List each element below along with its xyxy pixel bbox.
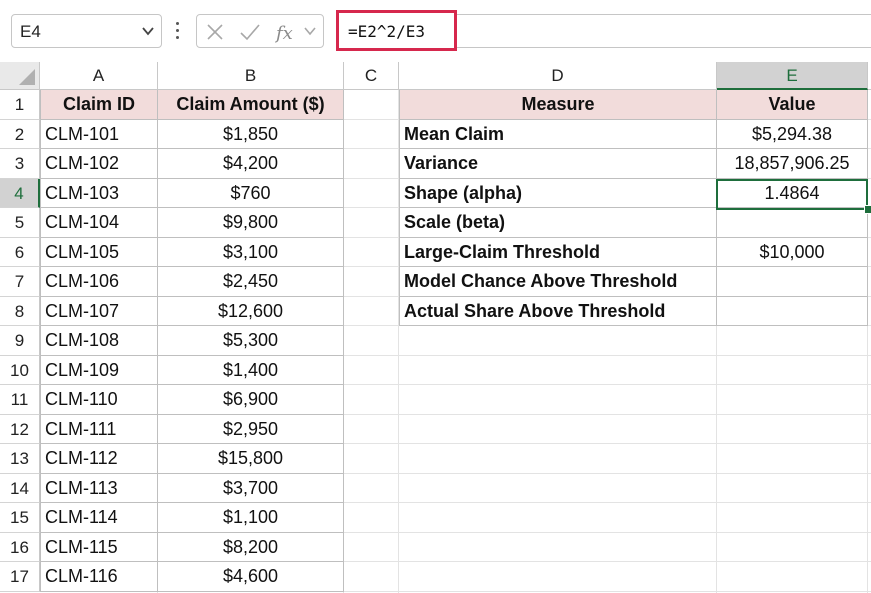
row-header-4[interactable]: 4 <box>0 178 40 208</box>
claim-amount-cell[interactable]: $2,450 <box>158 267 344 297</box>
table-header-value[interactable]: Value <box>717 90 868 120</box>
name-box-value: E4 <box>20 22 41 41</box>
row-header-15[interactable]: 15 <box>0 503 40 533</box>
claim-id-cell[interactable]: CLM-113 <box>40 473 158 503</box>
claim-amount-cell[interactable]: $1,850 <box>158 119 344 149</box>
measure-value-cell[interactable]: 18,857,906.25 <box>717 149 868 179</box>
row-header-6[interactable]: 6 <box>0 237 40 267</box>
chevron-down-icon[interactable] <box>303 24 317 38</box>
fill-handle[interactable] <box>864 205 871 214</box>
select-all-corner[interactable] <box>0 62 40 90</box>
measure-value-cell[interactable]: $5,294.38 <box>717 119 868 149</box>
cancel-x-icon[interactable] <box>205 22 225 42</box>
more-options-icon[interactable] <box>176 22 180 42</box>
claim-amount-cell[interactable]: $760 <box>158 178 344 208</box>
row-header-11[interactable]: 11 <box>0 385 40 415</box>
row-header-3[interactable]: 3 <box>0 149 40 179</box>
claim-id-cell[interactable]: CLM-116 <box>40 562 158 592</box>
svg-text:fx: fx <box>275 23 293 44</box>
row-header-17[interactable]: 17 <box>0 562 40 592</box>
claim-id-cell[interactable]: CLM-110 <box>40 385 158 415</box>
row-header-8[interactable]: 8 <box>0 296 40 326</box>
claim-id-cell[interactable]: CLM-109 <box>40 355 158 385</box>
claim-amount-cell[interactable]: $9,800 <box>158 208 344 238</box>
claim-id-cell[interactable]: CLM-107 <box>40 296 158 326</box>
row-header-5[interactable]: 5 <box>0 208 40 238</box>
measure-label-cell[interactable]: Large-Claim Threshold <box>399 237 717 267</box>
claim-id-cell[interactable]: CLM-111 <box>40 414 158 444</box>
claim-id-cell[interactable]: CLM-101 <box>40 119 158 149</box>
claim-id-cell[interactable]: CLM-102 <box>40 149 158 179</box>
row-header-13[interactable]: 13 <box>0 444 40 474</box>
chevron-down-icon[interactable] <box>141 24 155 38</box>
claim-amount-cell[interactable]: $4,200 <box>158 149 344 179</box>
formula-controls: fx <box>196 14 324 48</box>
measure-label-cell[interactable]: Mean Claim <box>399 119 717 149</box>
claim-amount-cell[interactable]: $4,600 <box>158 562 344 592</box>
row-header-12[interactable]: 12 <box>0 414 40 444</box>
claim-amount-cell[interactable]: $3,700 <box>158 473 344 503</box>
measure-label-cell[interactable]: Actual Share Above Threshold <box>399 296 717 326</box>
claim-id-cell[interactable]: CLM-103 <box>40 178 158 208</box>
measure-value-cell[interactable] <box>717 267 868 297</box>
claim-id-cell[interactable]: CLM-108 <box>40 326 158 356</box>
claim-amount-cell[interactable]: $15,800 <box>158 444 344 474</box>
formula-text: =E2^2/E3 <box>348 22 426 41</box>
measure-value-cell[interactable] <box>717 296 868 326</box>
column-header-c[interactable]: C <box>344 62 399 90</box>
row-header-16[interactable]: 16 <box>0 532 40 562</box>
column-header-a[interactable]: A <box>40 62 158 90</box>
column-header-e[interactable]: E <box>717 62 868 90</box>
measure-value-cell[interactable] <box>717 208 868 238</box>
table-header-claim-amount[interactable]: Claim Amount ($) <box>158 90 344 120</box>
measure-label-cell[interactable]: Shape (alpha) <box>399 178 717 208</box>
column-header-b[interactable]: B <box>158 62 344 90</box>
claim-id-cell[interactable]: CLM-105 <box>40 237 158 267</box>
formula-input[interactable]: =E2^2/E3 <box>336 10 457 51</box>
row-header-1[interactable]: 1 <box>0 90 40 120</box>
measure-value-cell[interactable]: $10,000 <box>717 237 868 267</box>
claim-id-cell[interactable]: CLM-114 <box>40 503 158 533</box>
claim-amount-cell[interactable]: $12,600 <box>158 296 344 326</box>
claim-amount-cell[interactable]: $8,200 <box>158 532 344 562</box>
claim-amount-cell[interactable]: $1,100 <box>158 503 344 533</box>
measure-label-cell[interactable]: Model Chance Above Threshold <box>399 267 717 297</box>
active-cell-outline <box>716 179 868 210</box>
formula-input-extension[interactable] <box>457 14 871 48</box>
claim-id-cell[interactable]: CLM-106 <box>40 267 158 297</box>
formula-bar-area: E4 fx =E2^2/E3 <box>0 0 871 62</box>
table-header-claim-id[interactable]: Claim ID <box>40 90 158 120</box>
claim-amount-cell[interactable]: $5,300 <box>158 326 344 356</box>
confirm-check-icon[interactable] <box>239 22 261 42</box>
row-header-7[interactable]: 7 <box>0 267 40 297</box>
claim-amount-cell[interactable]: $3,100 <box>158 237 344 267</box>
column-header-d[interactable]: D <box>399 62 717 90</box>
claim-id-cell[interactable]: CLM-112 <box>40 444 158 474</box>
row-header-2[interactable]: 2 <box>0 119 40 149</box>
claim-amount-cell[interactable]: $2,950 <box>158 414 344 444</box>
measure-label-cell[interactable]: Scale (beta) <box>399 208 717 238</box>
claim-amount-cell[interactable]: $6,900 <box>158 385 344 415</box>
measure-label-cell[interactable]: Variance <box>399 149 717 179</box>
name-box[interactable]: E4 <box>11 14 162 48</box>
fx-icon[interactable]: fx <box>275 22 299 44</box>
claim-id-cell[interactable]: CLM-104 <box>40 208 158 238</box>
claim-id-cell[interactable]: CLM-115 <box>40 532 158 562</box>
row-header-10[interactable]: 10 <box>0 355 40 385</box>
row-header-9[interactable]: 9 <box>0 326 40 356</box>
table-header-measure[interactable]: Measure <box>399 90 717 120</box>
claim-amount-cell[interactable]: $1,400 <box>158 355 344 385</box>
row-header-14[interactable]: 14 <box>0 473 40 503</box>
